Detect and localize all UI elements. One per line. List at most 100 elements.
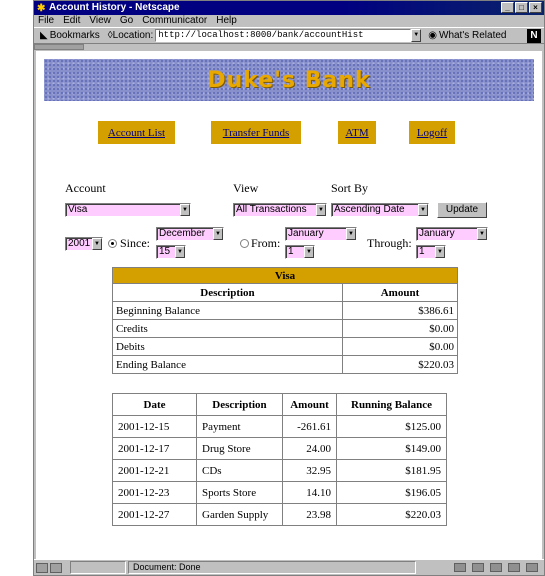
since-month-value: December [159,228,206,239]
since-day-value: 15 [159,246,171,257]
table-row: Ending Balance $220.03 [112,355,458,374]
chevron-down-icon[interactable]: ▼ [477,228,487,240]
chevron-down-icon[interactable]: ▼ [92,238,102,250]
header-date: Date [112,393,197,416]
account-select[interactable]: Visa ▼ [65,203,191,217]
url-dropdown-arrow-icon[interactable]: ▼ [411,29,422,42]
nav-atm-link[interactable]: ATM [345,127,368,139]
menu-edit[interactable]: Edit [63,15,80,27]
netscape-app-icon: ✱ [37,3,46,14]
whats-related-label: What's Related [439,30,507,41]
close-button[interactable]: × [529,2,542,13]
summary-header-amount: Amount [342,283,458,302]
browser-window: ✱ Account History - Netscape _ □ × File E… [33,0,545,576]
update-button[interactable]: Update [437,202,487,218]
txn-date: 2001-12-23 [112,481,197,504]
chevron-down-icon[interactable]: ▼ [346,228,356,240]
connection-icon [50,562,62,573]
txn-date: 2001-12-15 [112,415,197,438]
from-label: From: [251,236,281,250]
resize-grip-icon[interactable] [526,563,538,572]
summary-amount: $0.00 [342,337,458,356]
menu-communicator[interactable]: Communicator [142,15,207,27]
year-select-value: 2001 [68,238,91,249]
txn-description: Garden Supply [196,503,283,526]
banner-title: Duke's Bank [207,67,371,93]
through-day-select[interactable]: 1 ▼ [416,245,446,259]
nav-logoff[interactable]: Logoff [409,121,455,144]
nav-transfer-funds[interactable]: Transfer Funds [211,121,301,144]
menu-file[interactable]: File [38,15,54,27]
table-row: Beginning Balance $386.61 [112,301,458,320]
from-month-select[interactable]: January ▼ [285,227,357,241]
txn-balance: $181.95 [336,459,447,482]
maximize-button[interactable]: □ [515,2,528,13]
table-row: 2001-12-21 CDs 32.95 $181.95 [112,459,447,482]
nav-logoff-link[interactable]: Logoff [417,127,447,139]
txn-balance: $196.05 [336,481,447,504]
from-month-value: January [288,228,324,239]
from-radio[interactable] [240,239,249,248]
menu-help[interactable]: Help [216,15,237,27]
since-month-select[interactable]: December ▼ [156,227,224,241]
since-radio[interactable] [108,239,117,248]
url-field[interactable]: http://localhost:8000/bank/accountHist [155,29,412,42]
minimize-button[interactable]: _ [501,2,514,13]
summary-description: Beginning Balance [112,301,343,320]
sort-select-value: Ascending Date [334,204,405,215]
txn-amount: 24.00 [282,437,337,460]
nav-transfer-funds-link[interactable]: Transfer Funds [223,127,290,139]
summary-amount: $0.00 [342,319,458,338]
txn-balance: $125.00 [336,415,447,438]
nav-atm[interactable]: ATM [338,121,376,144]
since-day-select[interactable]: 15 ▼ [156,245,186,259]
menu-bar: File Edit View Go Communicator Help [34,15,544,27]
window-controls: _ □ × [501,2,542,13]
chevron-down-icon[interactable]: ▼ [418,204,428,216]
from-day-select[interactable]: 1 ▼ [285,245,315,259]
account-summary-table: Visa Description Amount Beginning Balanc… [112,267,458,374]
window-title: Account History - Netscape [49,2,180,13]
nav-account-list-link[interactable]: Account List [108,127,165,139]
txn-description: CDs [196,459,283,482]
navigator-icon[interactable] [454,563,466,572]
status-bar: Document: Done [34,559,544,575]
discussion-icon[interactable] [508,563,520,572]
menu-go[interactable]: Go [120,15,133,27]
chevron-down-icon[interactable]: ▼ [316,204,326,216]
nav-account-list[interactable]: Account List [98,121,175,144]
header-description: Description [196,393,283,416]
toolbar-tab[interactable] [34,44,84,50]
lock-icon[interactable] [36,562,48,573]
account-select-value: Visa [68,204,88,215]
bookmarks-button[interactable]: ◣ Bookmarks [40,30,100,41]
account-label: Account [65,181,106,195]
chevron-down-icon[interactable]: ▼ [180,204,190,216]
header-amount: Amount [282,393,337,416]
view-select[interactable]: All Transactions ▼ [233,203,327,217]
table-row: 2001-12-15 Payment -261.61 $125.00 [112,415,447,438]
through-month-select[interactable]: January ▼ [416,227,488,241]
netscape-logo-icon: N [527,29,541,43]
chevron-down-icon[interactable]: ▼ [435,246,445,258]
page-content: Duke's Bank Account List Transfer Funds … [36,51,542,559]
view-select-value: All Transactions [236,204,307,215]
composer-icon[interactable] [490,563,502,572]
summary-amount: $220.03 [342,355,458,374]
through-month-value: January [419,228,455,239]
chevron-down-icon[interactable]: ▼ [175,246,185,258]
view-label: View [233,181,259,195]
whats-related-button[interactable]: ◉ What's Related [428,30,506,41]
status-text: Document: Done [128,561,416,574]
bank-banner: Duke's Bank [44,59,534,101]
chevron-down-icon[interactable]: ▼ [213,228,223,240]
sort-select[interactable]: Ascending Date ▼ [331,203,429,217]
menu-view[interactable]: View [89,15,111,27]
header-running-balance: Running Balance [336,393,447,416]
chevron-down-icon[interactable]: ▼ [304,246,314,258]
year-select[interactable]: 2001 ▼ [65,237,103,251]
location-toolbar: ◣ Bookmarks ◊ Location: http://localhost… [34,27,544,44]
txn-balance: $149.00 [336,437,447,460]
mail-icon[interactable] [472,563,484,572]
related-icon: ◉ [428,30,437,41]
